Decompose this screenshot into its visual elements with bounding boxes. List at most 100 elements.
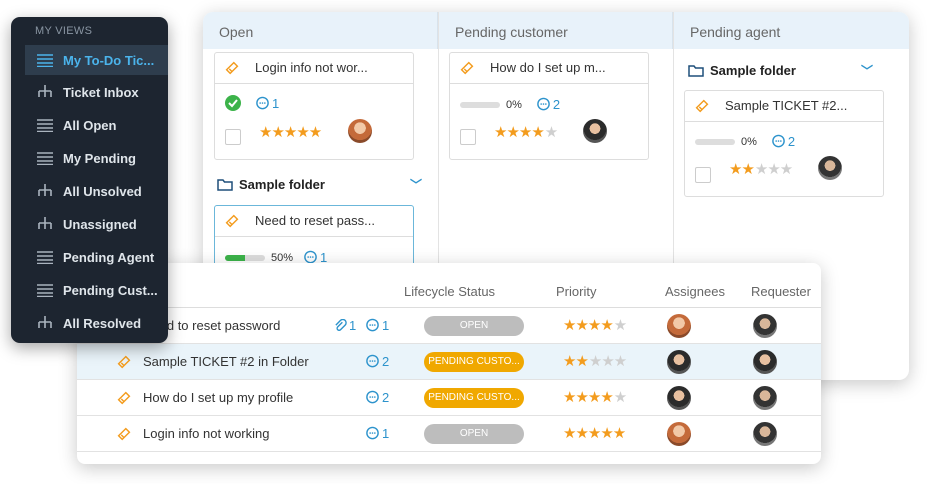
ticket-icon [460, 61, 474, 75]
assignee-avatar [667, 314, 691, 338]
comment-icon [772, 134, 785, 148]
table-row[interactable]: Login info not working 1 OPEN ★★★★★ [77, 416, 821, 452]
requester-avatar [753, 386, 777, 410]
progress-fill [225, 254, 245, 261]
list-icon [37, 54, 53, 67]
header-priority[interactable]: Priority [556, 284, 596, 299]
card-title: Need to reset pass... [255, 213, 375, 228]
folder-name: Sample folder [710, 63, 796, 78]
progress: 50% [225, 252, 293, 264]
ticket-icon [117, 427, 131, 441]
comment-count[interactable]: 1 [365, 426, 389, 441]
table-row[interactable]: How do I set up my profile 2 PENDING CUS… [77, 380, 821, 416]
row-title[interactable]: How do I set up my profile [143, 390, 293, 405]
list-icon [37, 284, 53, 297]
sidebar-title: MY VIEWS [35, 25, 93, 37]
folder-name: Sample folder [239, 177, 325, 192]
list-icon [37, 251, 53, 264]
comment-icon [366, 426, 379, 440]
paperclip-icon [335, 318, 347, 331]
status-badge: OPEN [424, 424, 524, 444]
sidebar-item-all-unsolved[interactable]: All Unsolved [25, 176, 168, 206]
sidebar-item-ticket-inbox[interactable]: Ticket Inbox [25, 77, 168, 107]
progress: 0% [460, 99, 522, 111]
card-title: Sample TICKET #2... [725, 98, 848, 113]
attachment-count[interactable]: 1 [334, 318, 356, 333]
hierarchy-icon [38, 85, 52, 97]
comment-count[interactable]: 2 [365, 354, 389, 369]
priority-stars: ★★★★★ [563, 389, 627, 406]
ticket-icon [117, 391, 131, 405]
ticket-list: Lifecycle Status Priority Assignees Requ… [77, 263, 821, 464]
assignee-avatar [667, 422, 691, 446]
card-checkbox[interactable] [460, 129, 476, 145]
comment-count[interactable]: 1 [255, 96, 279, 111]
sidebar-item-pending-agent[interactable]: Pending Agent [25, 242, 168, 272]
sidebar-item-pending-customer[interactable]: Pending Cust... [25, 275, 168, 305]
comment-icon [537, 97, 550, 111]
card-title: How do I set up m... [490, 60, 606, 75]
avatar [583, 119, 607, 143]
comment-count[interactable]: 1 [365, 318, 389, 333]
requester-avatar [753, 314, 777, 338]
priority-stars: ★★★★★ [563, 353, 627, 370]
folder-row[interactable]: Sample folder ﹀ [688, 62, 873, 79]
sidebar-item-all-resolved[interactable]: All Resolved [25, 308, 168, 338]
assignee-avatar [667, 386, 691, 410]
priority-stars: ★★★★★ [494, 124, 558, 141]
comment-icon [366, 390, 379, 404]
sidebar-item-my-to-do[interactable]: My To-Do Tic... [25, 45, 168, 75]
header-requester[interactable]: Requester [751, 284, 811, 299]
views-sidebar: MY VIEWS My To-Do Tic... Ticket Inbox Al… [11, 17, 168, 343]
avatar [348, 119, 372, 143]
row-title[interactable]: Login info not working [143, 426, 269, 441]
avatar [818, 156, 842, 180]
comment-icon [366, 354, 379, 368]
column-header-pending-agent: Pending agent [674, 12, 909, 49]
column-header-open: Open [203, 12, 438, 49]
ticket-icon [225, 214, 239, 228]
requester-avatar [753, 422, 777, 446]
header-lifecycle[interactable]: Lifecycle Status [404, 284, 495, 299]
sidebar-item-all-open[interactable]: All Open [25, 110, 168, 140]
header-assignees[interactable]: Assignees [665, 284, 725, 299]
status-badge: OPEN [424, 316, 524, 336]
column-header-pending-customer: Pending customer [439, 12, 673, 49]
status-badge: PENDING CUSTO... [424, 352, 524, 372]
requester-avatar [753, 350, 777, 374]
folder-icon [688, 65, 704, 77]
ticket-card[interactable]: Sample TICKET #2... 0% 2 ★★ ★★★ [684, 90, 884, 197]
ticket-card[interactable]: Login info not wor... 1 ★★★★★ [214, 52, 414, 160]
check-circle-icon [225, 95, 241, 111]
list-header: Lifecycle Status Priority Assignees Requ… [77, 263, 821, 308]
hierarchy-icon [38, 316, 52, 328]
table-row[interactable]: Need to reset password 1 1 OPEN ★★★★ ★ [77, 308, 821, 344]
priority-stars: ★★★★★ [729, 161, 793, 178]
list-icon [37, 119, 53, 132]
ticket-icon [117, 355, 131, 369]
chevron-down-icon[interactable]: ﹀ [410, 176, 422, 193]
card-checkbox[interactable] [225, 129, 241, 145]
chevron-down-icon[interactable]: ﹀ [861, 62, 873, 79]
ticket-card[interactable]: How do I set up m... 0% 2 ★★★★ ★ [449, 52, 649, 160]
card-checkbox[interactable] [695, 167, 711, 183]
priority-stars: ★★★★★ [259, 124, 322, 141]
folder-row[interactable]: Sample folder ﹀ [217, 176, 422, 193]
sidebar-item-my-pending[interactable]: My Pending [25, 143, 168, 173]
ticket-icon [695, 99, 709, 113]
hierarchy-icon [38, 217, 52, 229]
status-badge: PENDING CUSTO... [424, 388, 524, 408]
ticket-icon [225, 61, 239, 75]
comment-count[interactable]: 2 [365, 390, 389, 405]
comment-count[interactable]: 2 [771, 134, 795, 149]
hierarchy-icon [38, 184, 52, 196]
sidebar-item-unassigned[interactable]: Unassigned [25, 209, 168, 239]
list-icon [37, 152, 53, 165]
assignee-avatar [667, 350, 691, 374]
comment-icon [256, 96, 269, 109]
comment-count[interactable]: 2 [536, 97, 560, 112]
priority-stars: ★★★★★ [563, 317, 627, 334]
row-title[interactable]: Sample TICKET #2 in Folder [143, 354, 309, 369]
comment-icon [366, 318, 379, 332]
table-row[interactable]: Sample TICKET #2 in Folder 2 PENDING CUS… [77, 344, 821, 380]
